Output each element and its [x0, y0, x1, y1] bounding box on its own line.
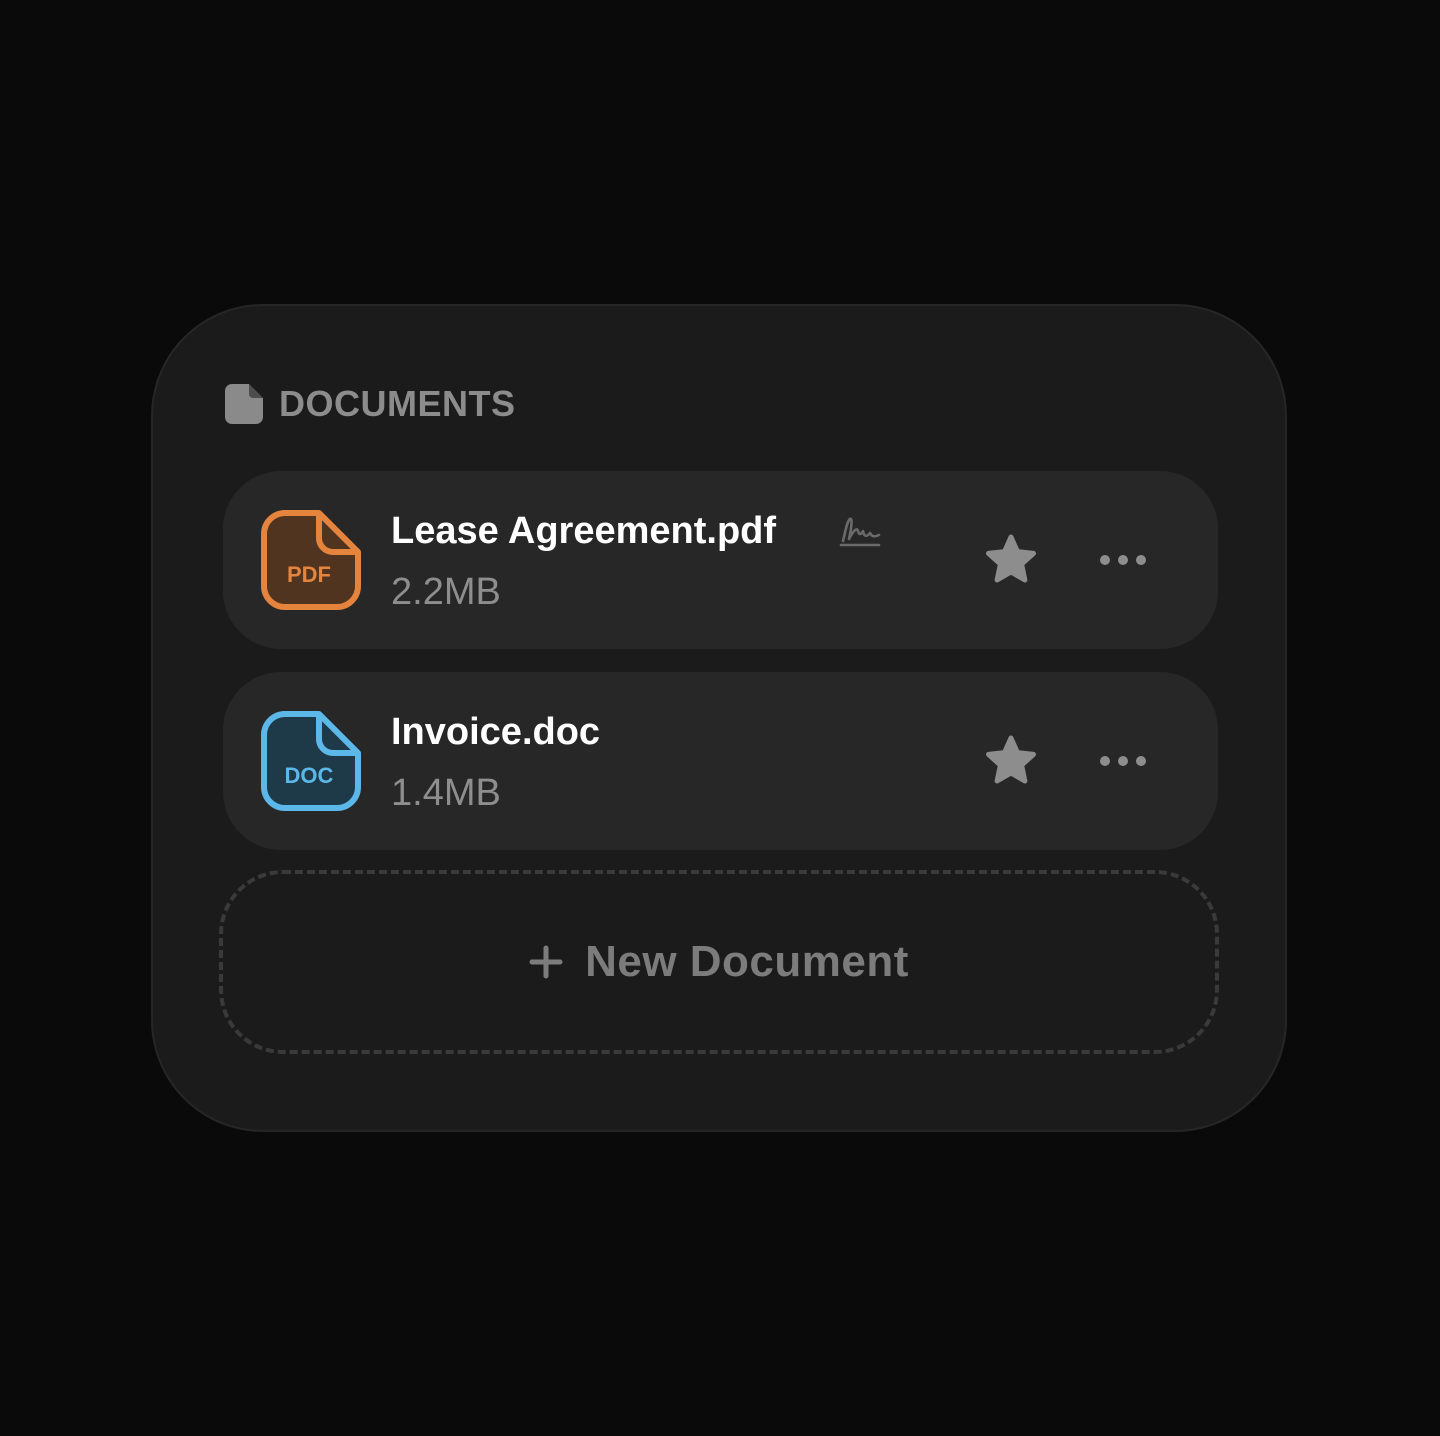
- pdf-badge-label: PDF: [287, 562, 331, 587]
- file-name[interactable]: Invoice.doc: [391, 709, 600, 755]
- widget-title: DOCUMENTS: [279, 383, 516, 424]
- file-size: 2.2MB: [391, 571, 501, 613]
- file-size: 1.4MB: [391, 772, 501, 814]
- new-document-label: New Document: [585, 937, 909, 986]
- plus-icon: [529, 945, 563, 979]
- doc-badge-label: DOC: [285, 763, 334, 788]
- star-icon[interactable]: [983, 734, 1039, 788]
- documents-widget: DOCUMENTS PDF Lease Agreement.pdf 2.2MB: [151, 304, 1287, 1132]
- pdf-file-icon: PDF: [259, 508, 363, 612]
- star-icon[interactable]: [983, 533, 1039, 587]
- widget-header: DOCUMENTS: [225, 380, 516, 428]
- new-document-button[interactable]: New Document: [219, 870, 1219, 1054]
- doc-file-icon: DOC: [259, 709, 363, 813]
- more-options-icon[interactable]: [1095, 543, 1151, 577]
- more-options-icon[interactable]: [1095, 744, 1151, 778]
- document-icon: [225, 384, 263, 424]
- file-name[interactable]: Lease Agreement.pdf: [391, 508, 776, 554]
- file-row-invoice[interactable]: DOC Invoice.doc 1.4MB: [223, 672, 1218, 850]
- signature-icon: [839, 517, 881, 547]
- file-row-lease-agreement[interactable]: PDF Lease Agreement.pdf 2.2MB: [223, 471, 1218, 649]
